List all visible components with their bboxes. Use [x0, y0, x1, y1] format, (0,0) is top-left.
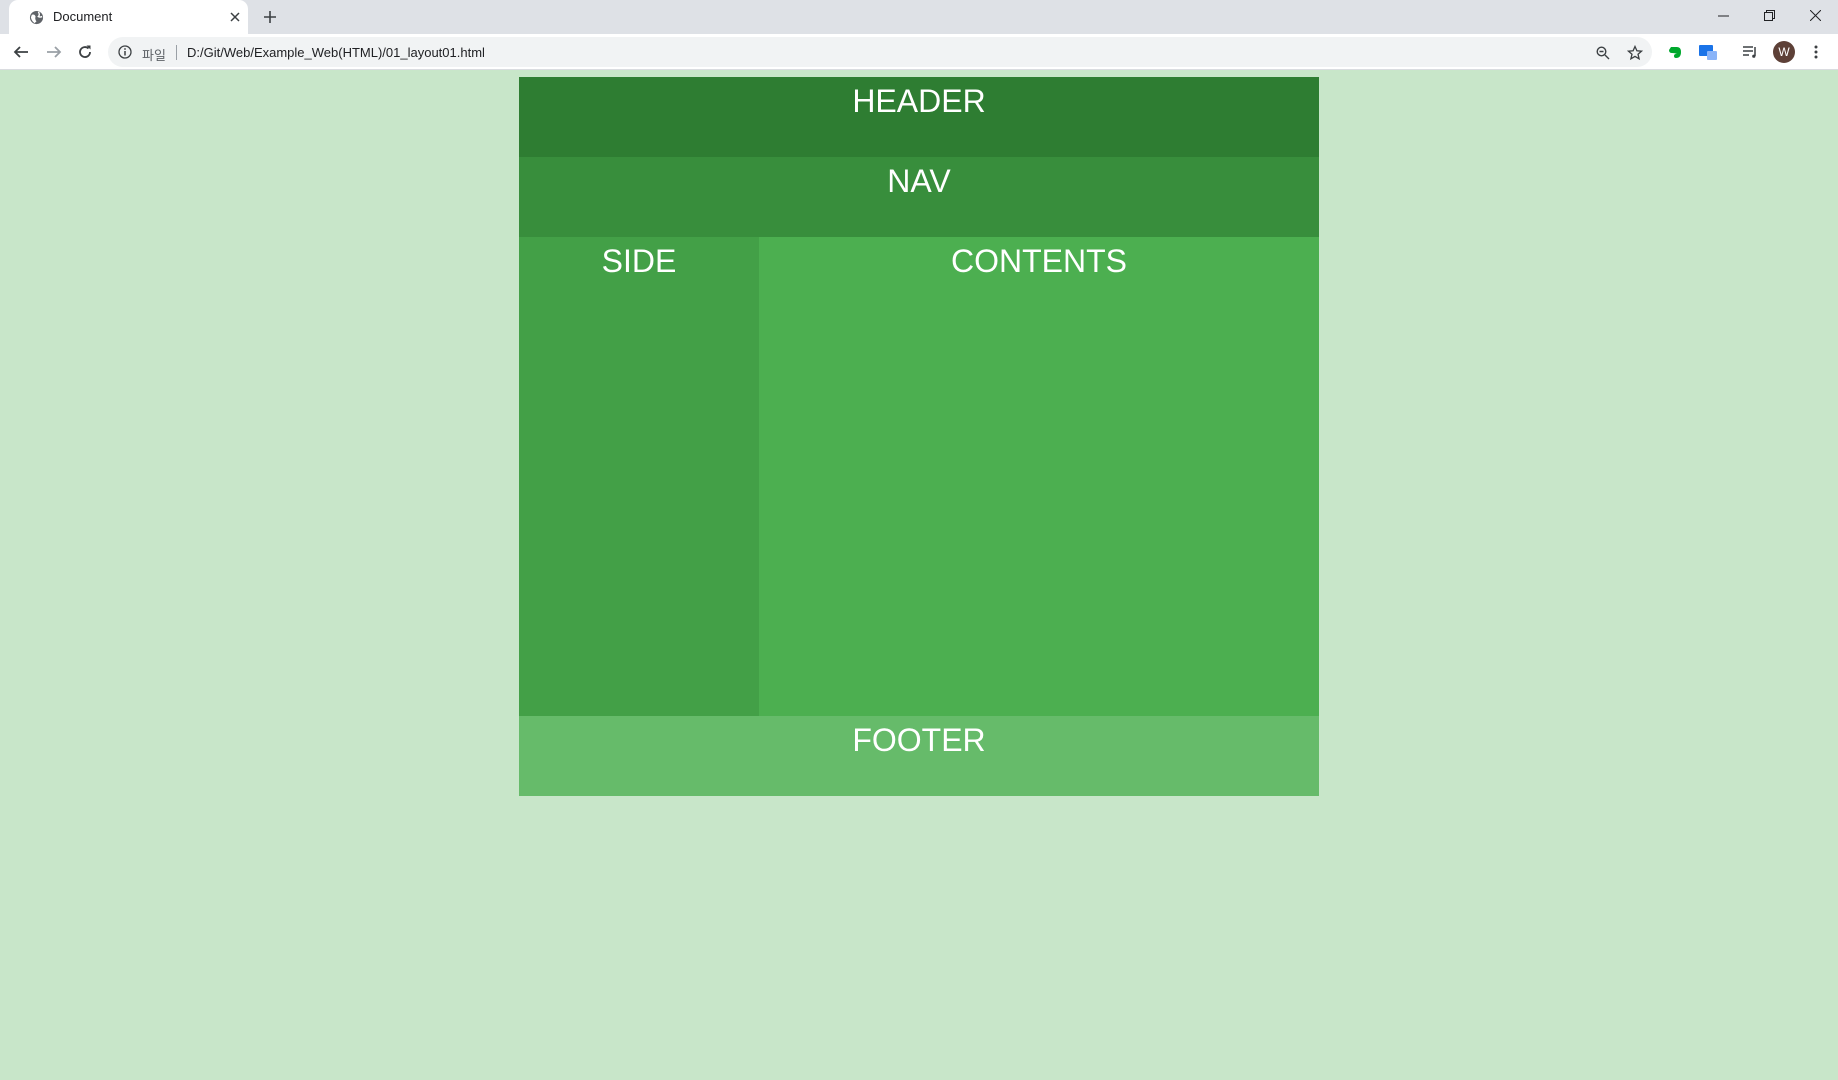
close-window-icon[interactable] [1792, 0, 1838, 30]
tab-document[interactable]: Document [9, 0, 248, 34]
layout-wrapper: HEADER NAV SIDE CONTENTS FOOTER [519, 77, 1319, 796]
globe-icon [29, 10, 44, 25]
page-footer: FOOTER [519, 716, 1319, 796]
zoom-icon[interactable] [1594, 44, 1612, 62]
url-separator [176, 45, 177, 60]
page-nav: NAV [519, 157, 1319, 237]
restore-icon[interactable] [1746, 0, 1792, 30]
close-icon[interactable] [227, 9, 243, 25]
extension-icon[interactable] [1698, 42, 1718, 62]
page-side: SIDE [519, 237, 759, 716]
tab-strip: Document [0, 0, 1838, 34]
info-icon[interactable] [118, 45, 132, 59]
profile-avatar[interactable]: W [1773, 41, 1795, 63]
page-viewport: HEADER NAV SIDE CONTENTS FOOTER [0, 71, 1838, 1080]
browser-toolbar: 파일 D:/Git/Web/Example_Web(HTML)/01_layou… [0, 34, 1838, 70]
back-icon[interactable] [10, 41, 32, 63]
tab-title: Document [53, 9, 113, 24]
page-contents: CONTENTS [759, 237, 1319, 716]
address-bar[interactable]: 파일 D:/Git/Web/Example_Web(HTML)/01_layou… [108, 37, 1652, 67]
media-icon[interactable] [1740, 42, 1760, 62]
menu-icon[interactable] [1806, 42, 1826, 62]
page-header: HEADER [519, 77, 1319, 157]
url-scheme-label: 파일 [142, 49, 166, 64]
url-text[interactable]: D:/Git/Web/Example_Web(HTML)/01_layout01… [187, 45, 485, 60]
plus-icon[interactable] [260, 7, 280, 27]
reload-icon[interactable] [74, 41, 96, 63]
forward-icon[interactable] [43, 41, 65, 63]
star-icon[interactable] [1626, 44, 1644, 62]
minimize-icon[interactable] [1700, 0, 1746, 30]
evernote-icon[interactable] [1665, 42, 1685, 62]
